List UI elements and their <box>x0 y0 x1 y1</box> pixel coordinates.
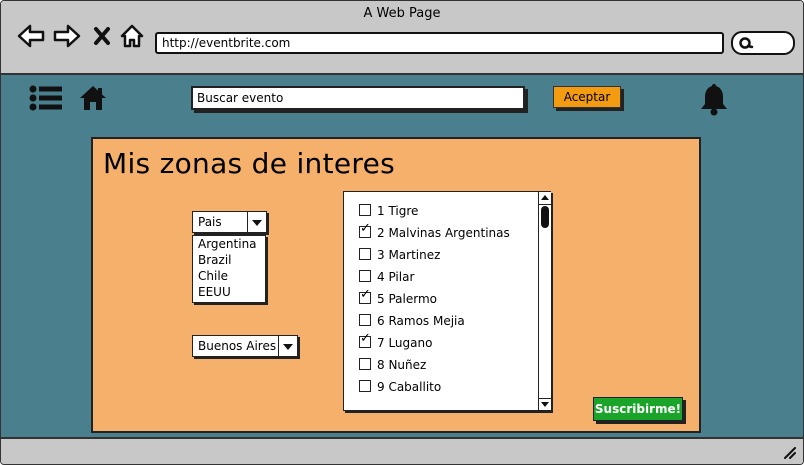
zone-label: 5 Palermo <box>377 292 437 306</box>
forward-arrow-icon[interactable] <box>53 23 81 49</box>
zone-item[interactable]: 9 Caballito <box>359 380 441 394</box>
province-select-value: Buenos Aires <box>198 339 277 353</box>
checkbox[interactable] <box>359 270 371 282</box>
zone-item[interactable]: 6 Ramos Mejia <box>359 314 465 328</box>
home-icon[interactable] <box>119 23 145 49</box>
zone-label: 6 Ramos Mejia <box>377 314 465 328</box>
menu-icon[interactable] <box>29 85 63 111</box>
subscribe-button[interactable]: Suscribirme! <box>593 397 683 421</box>
browser-window: A Web Page http://eventbrite.com Buscar … <box>0 0 804 465</box>
zone-label: 7 Lugano <box>377 336 433 350</box>
browser-search-field[interactable] <box>731 31 795 55</box>
scroll-down-icon[interactable] <box>539 398 551 411</box>
url-bar[interactable]: http://eventbrite.com <box>155 32 724 54</box>
zone-item[interactable]: 1 Tigre <box>359 204 418 218</box>
checkbox[interactable] <box>359 204 371 216</box>
back-arrow-icon[interactable] <box>17 23 45 49</box>
interest-zones-panel: Mis zonas de interes Pais Argentina Braz… <box>91 137 701 433</box>
country-select-value: Pais <box>198 215 222 229</box>
zones-checklist: 1 Tigre 2 Malvinas Argentinas 3 Martinez… <box>343 191 551 411</box>
zone-item[interactable]: 4 Pilar <box>359 270 414 284</box>
panel-title: Mis zonas de interes <box>103 147 395 180</box>
browser-statusbar <box>1 437 803 464</box>
scroll-up-icon[interactable] <box>539 192 551 205</box>
close-icon[interactable] <box>93 26 111 46</box>
country-select[interactable]: Pais <box>192 211 267 233</box>
zone-label: 9 Caballito <box>377 380 442 394</box>
checkbox[interactable] <box>359 288 371 304</box>
zone-item[interactable]: 5 Palermo <box>359 288 437 306</box>
zone-item[interactable]: 8 Nuñez <box>359 358 426 372</box>
zone-label: 4 Pilar <box>377 270 415 284</box>
resize-grip-icon[interactable] <box>783 447 797 459</box>
checkbox[interactable] <box>359 222 371 238</box>
chevron-down-icon[interactable] <box>278 336 297 356</box>
zone-label: 8 Nuñez <box>377 358 427 372</box>
zone-label: 3 Martinez <box>377 248 441 262</box>
province-select[interactable]: Buenos Aires <box>192 335 298 357</box>
scroll-thumb[interactable] <box>541 206 549 228</box>
zone-label: 2 Malvinas Argentinas <box>377 226 510 240</box>
zones-scrollbar[interactable] <box>538 192 551 410</box>
window-title: A Web Page <box>363 6 441 21</box>
browser-titlebar: A Web Page http://eventbrite.com <box>1 1 803 75</box>
checkbox[interactable] <box>359 248 371 260</box>
search-icon <box>739 37 754 49</box>
zone-item[interactable]: 2 Malvinas Argentinas <box>359 222 510 240</box>
zone-item[interactable]: 7 Lugano <box>359 332 433 350</box>
checkbox[interactable] <box>359 358 371 370</box>
chevron-down-icon[interactable] <box>247 212 266 232</box>
event-search-input[interactable]: Buscar evento <box>191 86 525 110</box>
accept-button[interactable]: Aceptar <box>553 86 621 108</box>
country-option[interactable]: Argentina <box>193 236 265 252</box>
bell-icon[interactable] <box>698 82 730 116</box>
country-options-list[interactable]: Argentina Brazil Chile EEUU <box>192 235 266 303</box>
country-option[interactable]: Chile <box>193 268 265 284</box>
country-option[interactable]: Brazil <box>193 252 265 268</box>
country-option[interactable]: EEUU <box>193 284 265 300</box>
page-content: Buscar evento Aceptar Mis zonas de inter… <box>1 75 803 437</box>
checkbox[interactable] <box>359 380 371 392</box>
home-icon[interactable] <box>79 85 107 111</box>
zone-label: 1 Tigre <box>377 204 419 218</box>
checkbox[interactable] <box>359 332 371 348</box>
checkbox[interactable] <box>359 314 371 326</box>
zone-item[interactable]: 3 Martinez <box>359 248 440 262</box>
